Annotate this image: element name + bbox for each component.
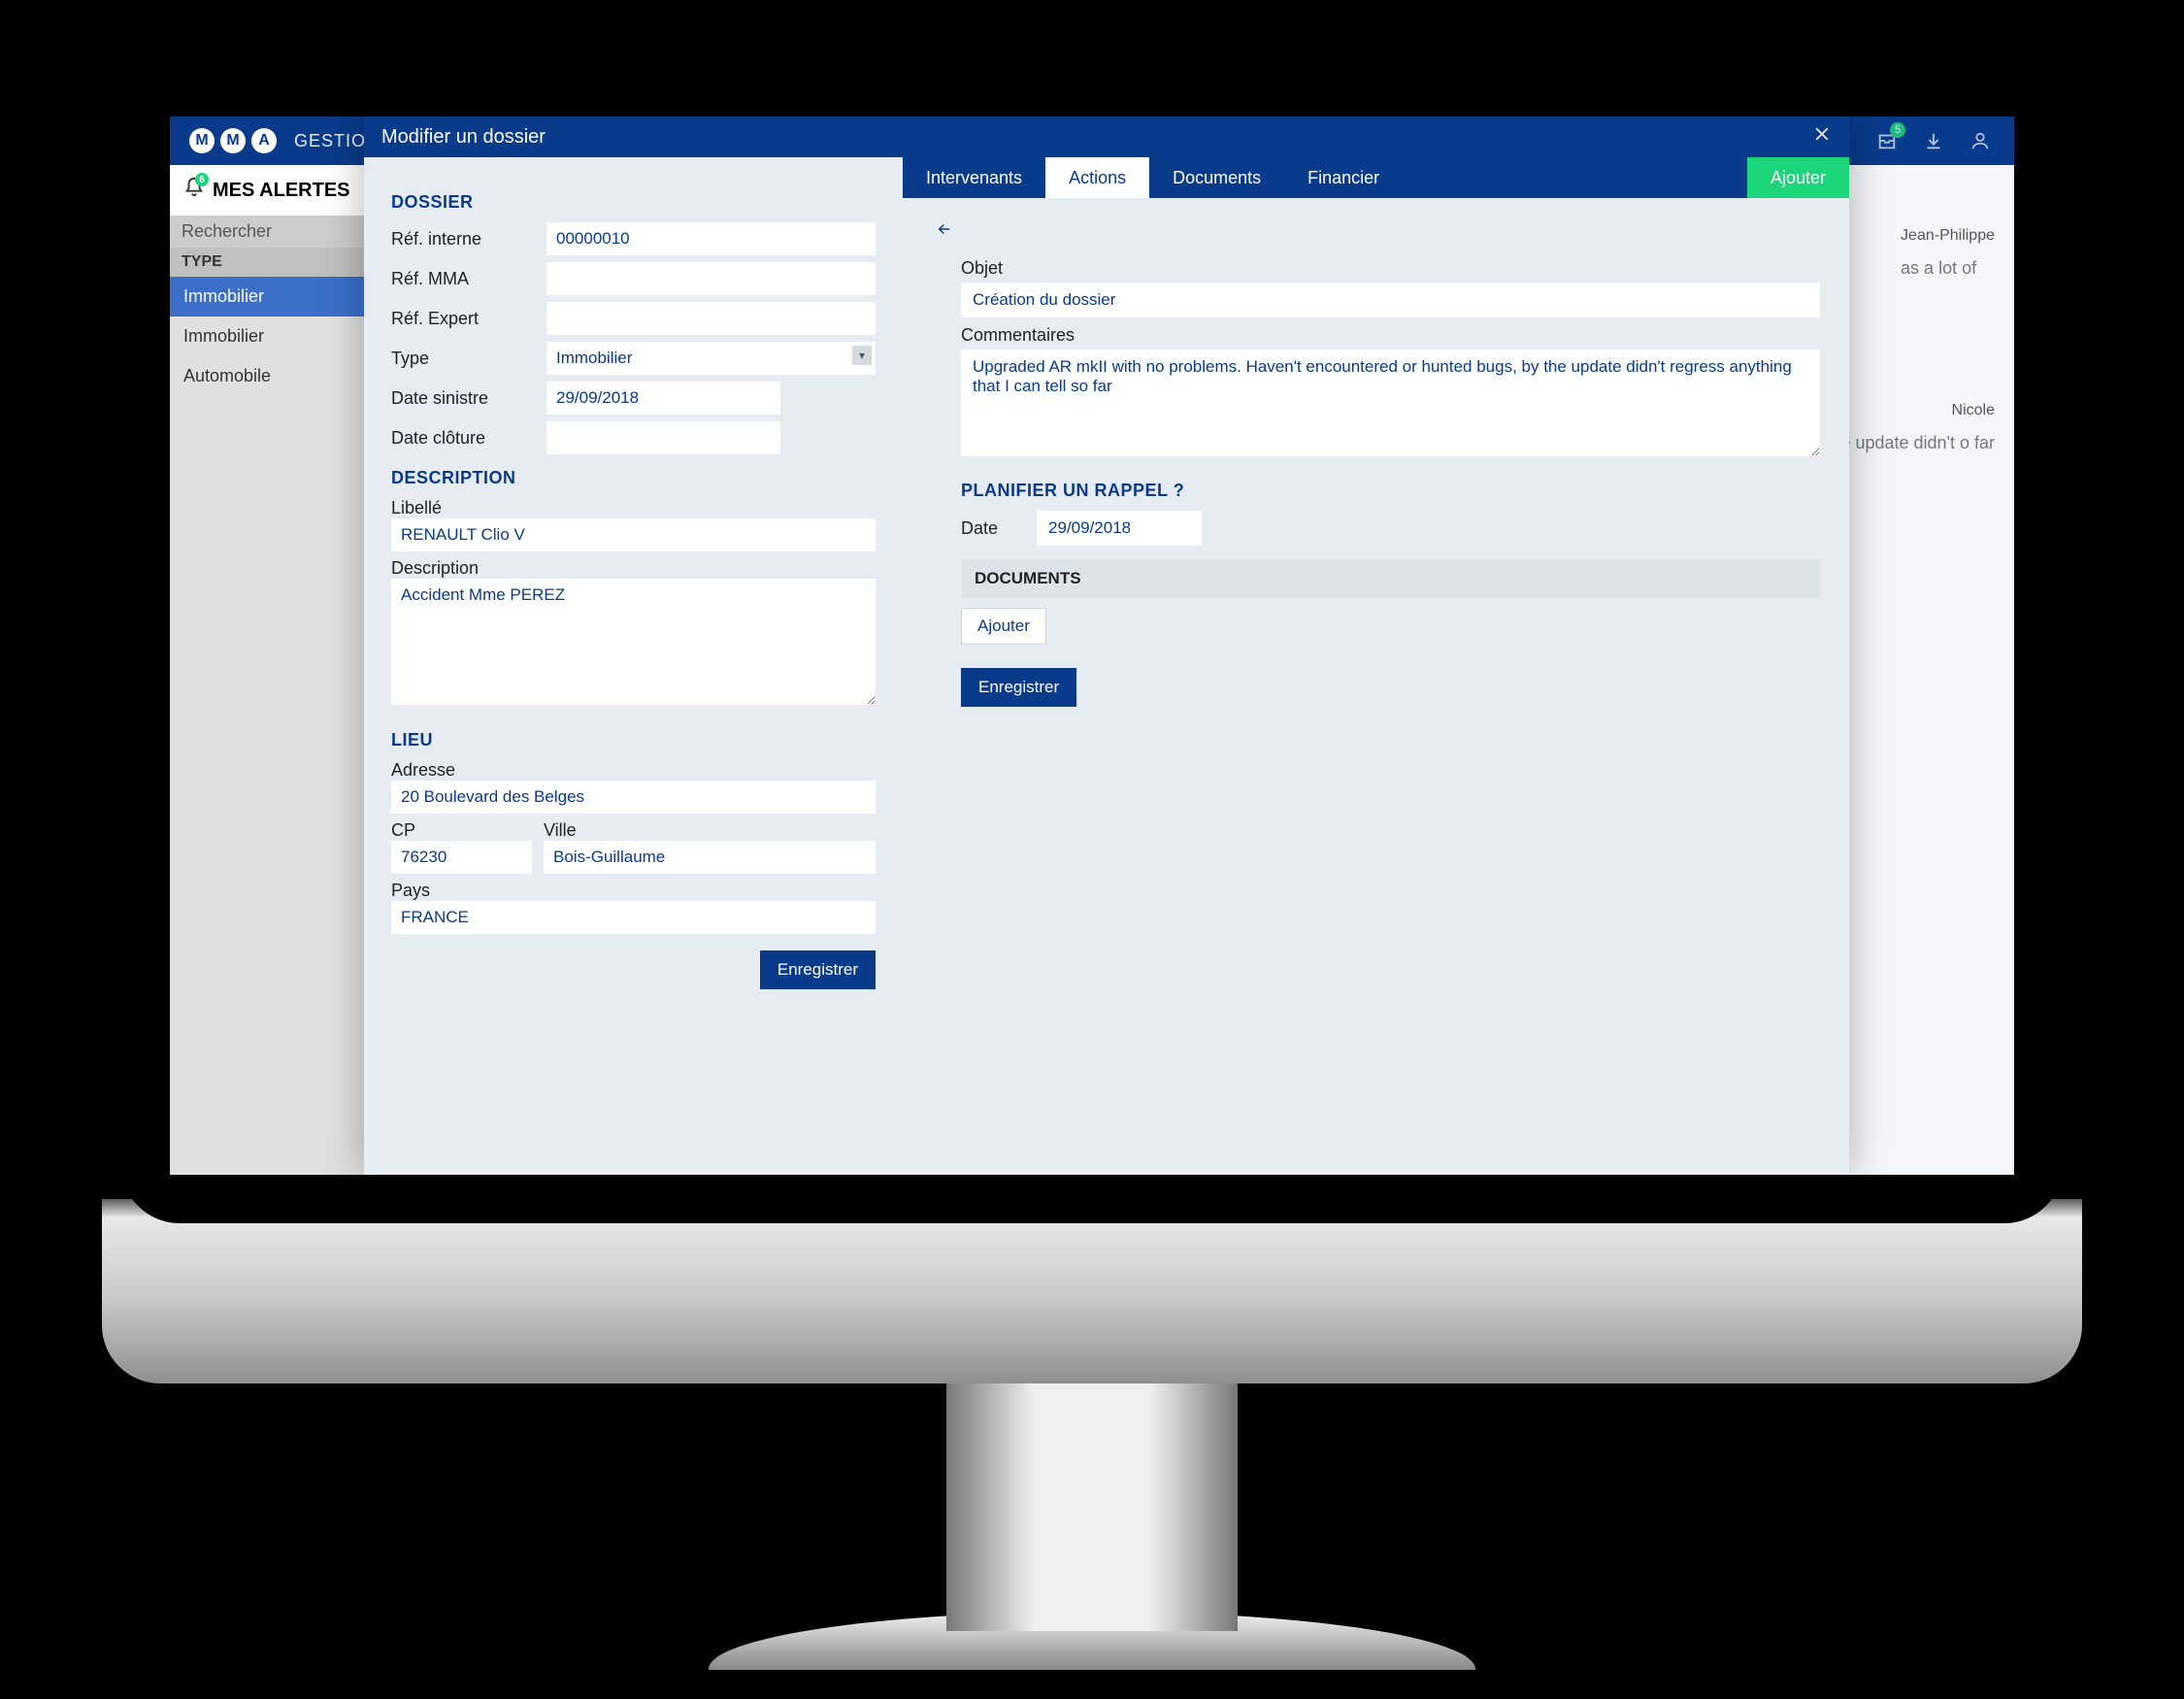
sidebar-search[interactable]: Rechercher bbox=[170, 216, 364, 248]
monitor-stand-neck bbox=[946, 1379, 1238, 1631]
sidebar-item-automobile[interactable]: Automobile bbox=[170, 356, 364, 396]
label-description: Description bbox=[391, 558, 479, 578]
sidebar-alerts[interactable]: 6 MES ALERTES bbox=[170, 165, 364, 216]
save-left-button[interactable]: Enregistrer bbox=[760, 950, 876, 989]
input-ville[interactable] bbox=[544, 841, 876, 874]
label-adresse: Adresse bbox=[391, 760, 455, 780]
input-date-cloture[interactable] bbox=[546, 421, 780, 454]
screen: M M A GESTION DES SINISTRES 1.0 5 bbox=[170, 117, 2014, 1175]
label-commentaires: Commentaires bbox=[961, 325, 1820, 346]
logo-letter: M bbox=[189, 128, 215, 153]
textarea-description[interactable]: Accident Mme PEREZ bbox=[391, 579, 876, 705]
label-objet: Objet bbox=[961, 258, 1820, 279]
tab-financier[interactable]: Financier bbox=[1284, 157, 1403, 198]
chevron-down-icon[interactable]: ▾ bbox=[852, 346, 872, 365]
label-date-rappel: Date bbox=[961, 518, 998, 539]
label-ville: Ville bbox=[544, 820, 577, 840]
input-cp[interactable] bbox=[391, 841, 532, 874]
modal-overlay: Modifier un dossier DOSSIER Réf. interne bbox=[364, 117, 2014, 1175]
tab-actions[interactable]: Actions bbox=[1045, 157, 1149, 198]
logo-letter: A bbox=[251, 128, 277, 153]
label-cp: CP bbox=[391, 820, 415, 840]
tab-intervenants[interactable]: Intervenants bbox=[903, 157, 1045, 198]
bell-icon: 6 bbox=[183, 177, 205, 204]
logo-letter: M bbox=[220, 128, 246, 153]
section-dossier: DOSSIER bbox=[391, 192, 876, 213]
input-date-rappel[interactable] bbox=[1037, 511, 1202, 546]
alerts-badge: 6 bbox=[195, 173, 209, 186]
modal-header: Modifier un dossier bbox=[364, 117, 1849, 157]
input-libelle[interactable] bbox=[391, 518, 876, 551]
sidebar-item-immobilier-2[interactable]: Immobilier bbox=[170, 316, 364, 356]
input-ref-interne[interactable] bbox=[546, 222, 876, 255]
monitor-chin bbox=[102, 1199, 2082, 1383]
input-date-sinistre[interactable] bbox=[546, 382, 780, 415]
label-ref-interne: Réf. interne bbox=[391, 229, 537, 250]
label-ref-expert: Réf. Expert bbox=[391, 309, 537, 329]
app-logo: M M A bbox=[189, 128, 277, 153]
add-button[interactable]: Ajouter bbox=[1747, 157, 1849, 198]
sidebar-section-type: TYPE bbox=[170, 248, 364, 277]
label-type: Type bbox=[391, 349, 537, 369]
input-pays[interactable] bbox=[391, 901, 876, 934]
section-description: DESCRIPTION bbox=[391, 468, 876, 488]
input-adresse[interactable] bbox=[391, 781, 876, 814]
modal-title: Modifier un dossier bbox=[381, 126, 546, 149]
close-icon[interactable] bbox=[1812, 124, 1832, 150]
input-ref-mma[interactable] bbox=[546, 262, 876, 295]
modal-left-form: DOSSIER Réf. interne Réf. MMA Réf. Exper… bbox=[364, 157, 903, 1175]
alerts-label: MES ALERTES bbox=[213, 180, 350, 202]
save-right-button[interactable]: Enregistrer bbox=[961, 668, 1076, 707]
select-type[interactable] bbox=[546, 342, 876, 375]
modal: Modifier un dossier DOSSIER Réf. interne bbox=[364, 117, 1849, 1175]
back-arrow-icon[interactable] bbox=[932, 217, 957, 245]
input-ref-expert[interactable] bbox=[546, 302, 876, 335]
documents-header: DOCUMENTS bbox=[961, 559, 1820, 598]
sidebar: 6 MES ALERTES Rechercher TYPE Immobilier… bbox=[170, 165, 364, 1175]
label-libelle: Libellé bbox=[391, 498, 442, 517]
section-lieu: LIEU bbox=[391, 730, 876, 750]
modal-tabs: Intervenants Actions Documents Financier… bbox=[903, 157, 1849, 198]
modal-right-pane: Intervenants Actions Documents Financier… bbox=[903, 157, 1849, 1175]
monitor-bezel: M M A GESTION DES SINISTRES 1.0 5 bbox=[121, 68, 2063, 1223]
label-pays: Pays bbox=[391, 881, 430, 900]
label-date-cloture: Date clôture bbox=[391, 428, 537, 449]
section-rappel: PLANIFIER UN RAPPEL ? bbox=[961, 481, 1820, 501]
tab-documents[interactable]: Documents bbox=[1149, 157, 1284, 198]
modal-right-content: Objet Commentaires Upgraded AR mkII with… bbox=[903, 198, 1849, 726]
label-date-sinistre: Date sinistre bbox=[391, 388, 537, 409]
sidebar-item-immobilier[interactable]: Immobilier bbox=[170, 277, 364, 316]
label-ref-mma: Réf. MMA bbox=[391, 269, 537, 289]
add-document-button[interactable]: Ajouter bbox=[961, 608, 1046, 645]
textarea-commentaires[interactable]: Upgraded AR mkII with no problems. Haven… bbox=[961, 350, 1820, 456]
input-objet[interactable] bbox=[961, 283, 1820, 317]
